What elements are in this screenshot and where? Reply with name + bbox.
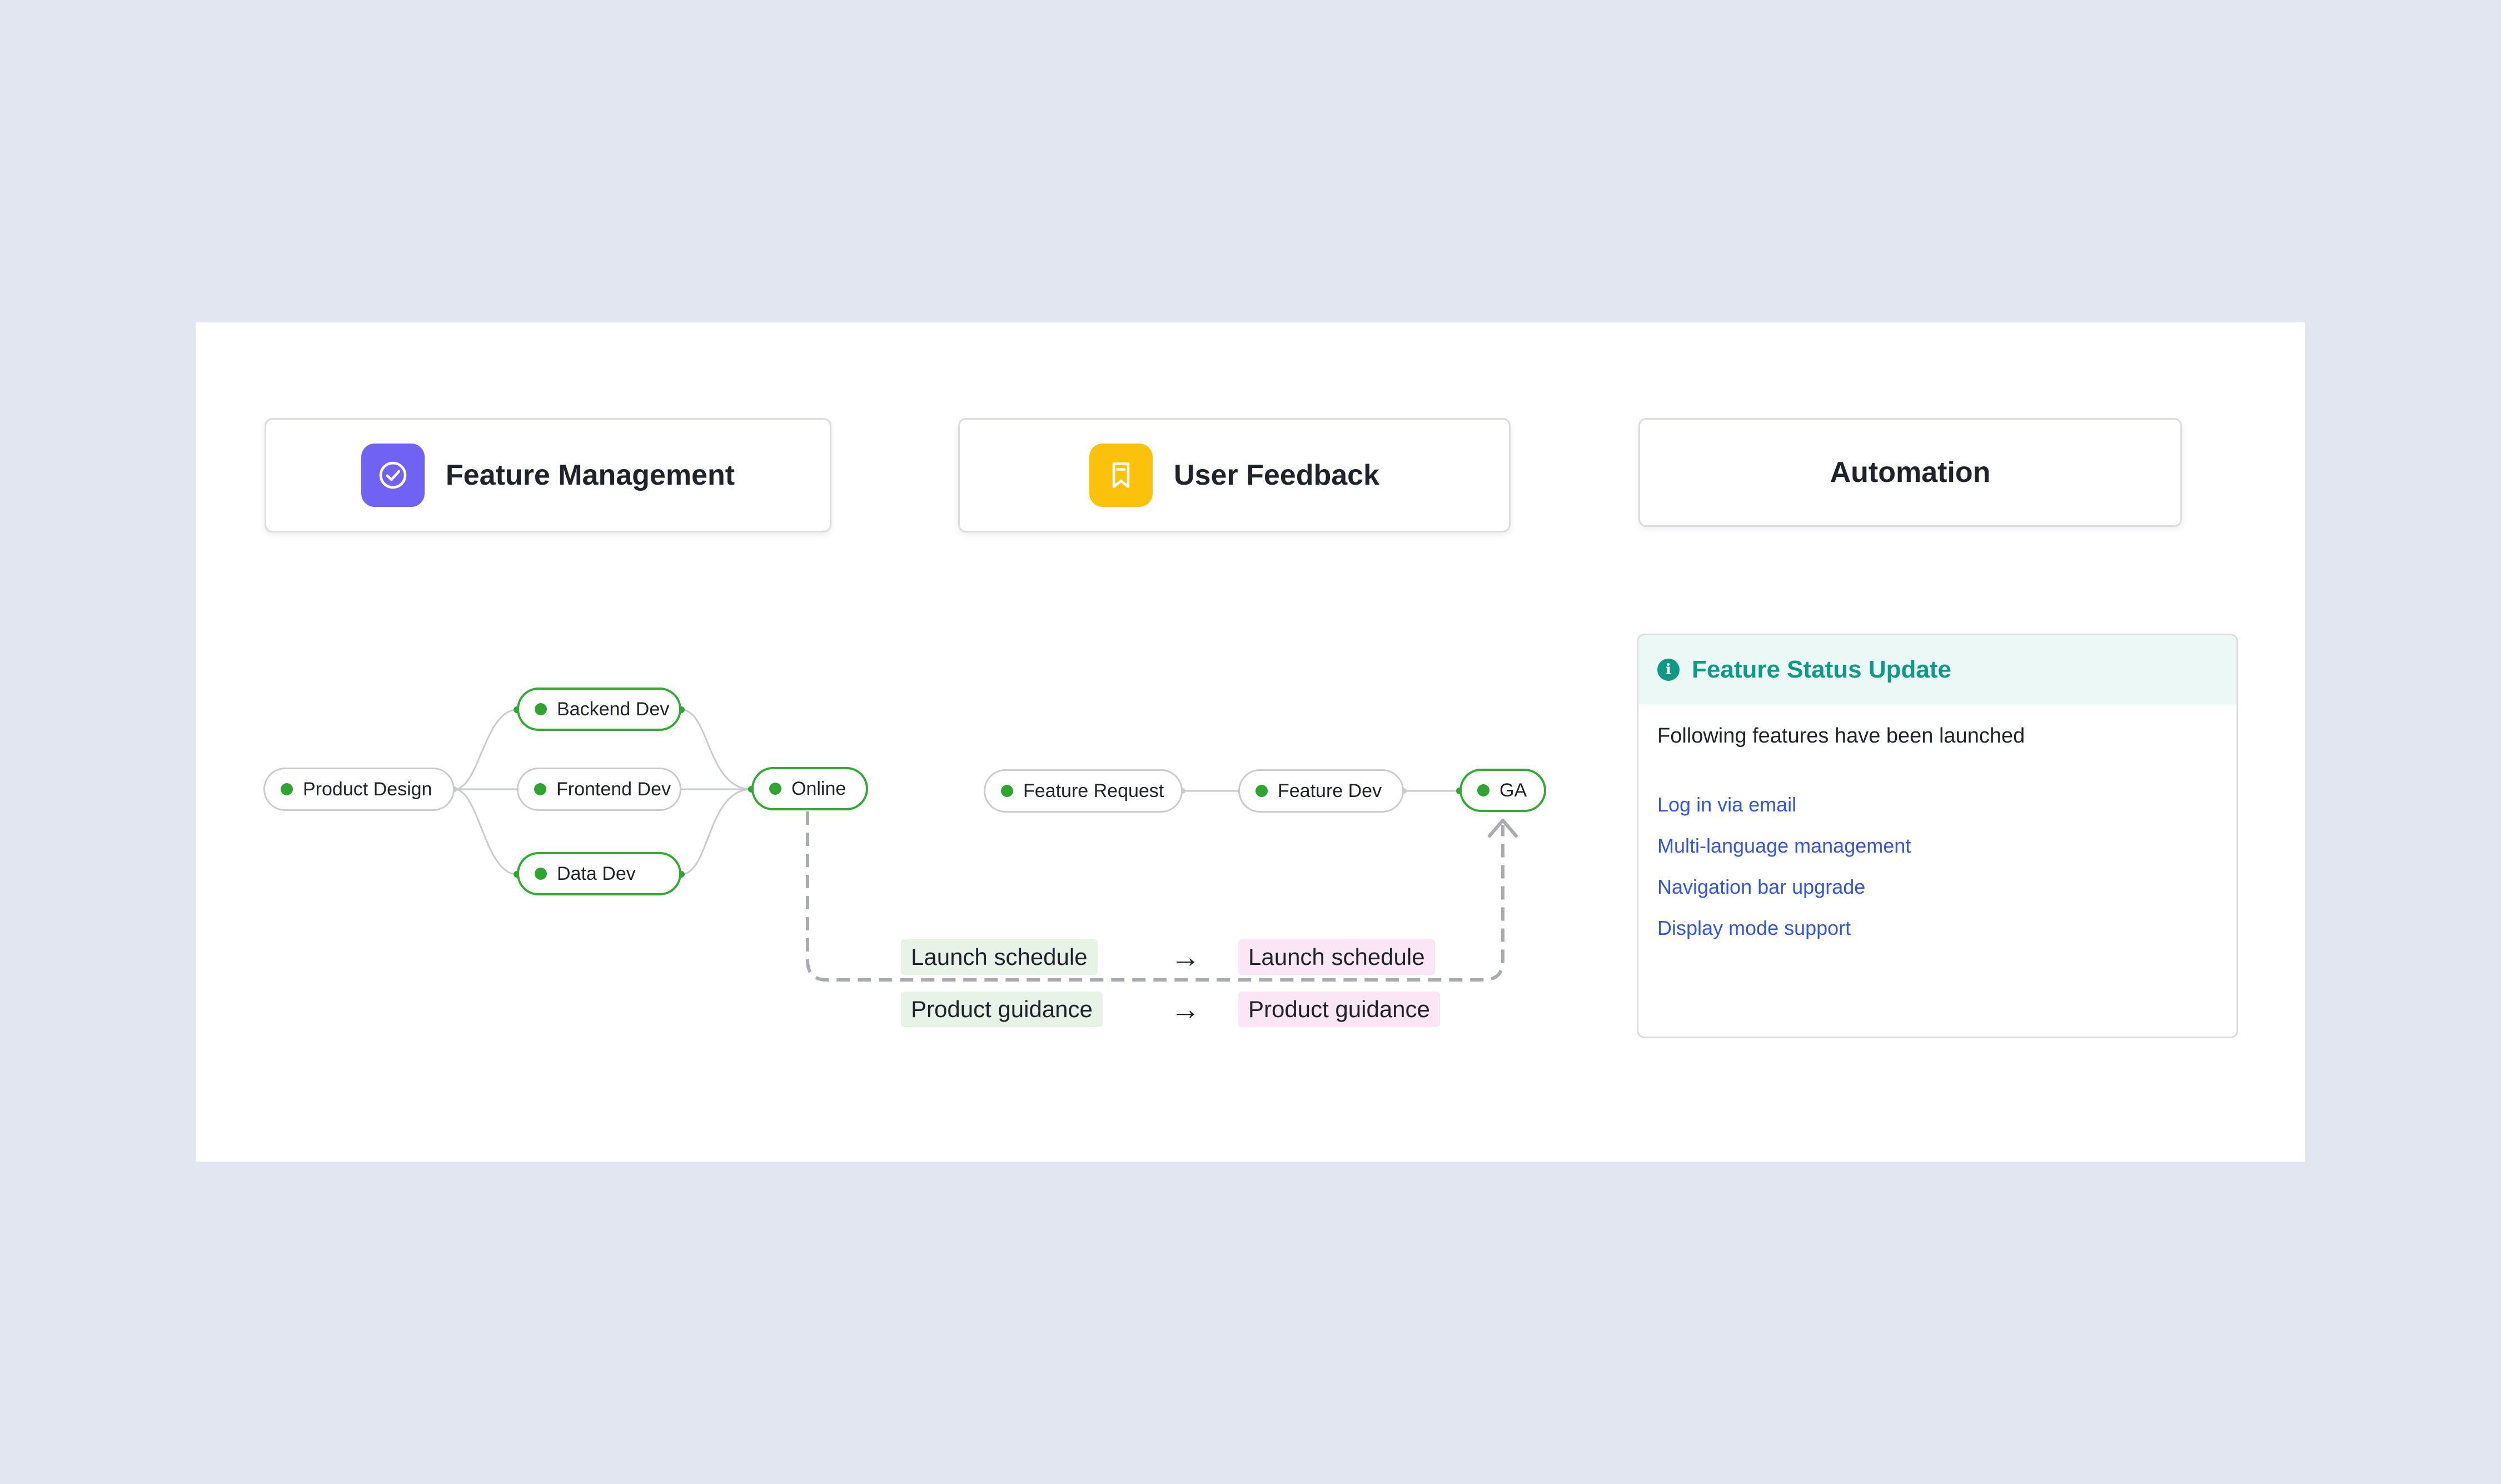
source-field-tag: Product guidance (901, 992, 1103, 1027)
status-dot (1477, 784, 1489, 796)
node-label: Product Design (303, 778, 432, 800)
feature-link[interactable]: Display mode support (1657, 914, 1911, 955)
notification-header: i Feature Status Update (1638, 635, 2236, 704)
node-label: Feature Dev (1278, 780, 1382, 801)
feature-link[interactable]: Multi-language management (1657, 832, 1911, 873)
node-label: Online (791, 778, 846, 799)
launched-feature-list: Log in via email Multi-language manageme… (1657, 791, 1911, 955)
info-icon: i (1657, 659, 1680, 681)
node-ga[interactable]: GA (1459, 769, 1546, 812)
notification-title: Feature Status Update (1692, 656, 1951, 683)
status-dot (534, 783, 546, 795)
connector-design-backend (454, 709, 517, 790)
node-online[interactable]: Online (751, 767, 868, 810)
integration-canvas: Feature Management User Feedback Automat… (196, 322, 2305, 1162)
status-dot (535, 703, 547, 715)
feature-link[interactable]: Log in via email (1657, 791, 1911, 832)
connector-design-data (454, 788, 517, 875)
node-data-dev[interactable]: Data Dev (517, 852, 681, 895)
connector-backend-online (681, 709, 752, 790)
node-feature-dev[interactable]: Feature Dev (1238, 769, 1404, 813)
notification-description: Following features have been launched (1657, 724, 2025, 748)
feature-link[interactable]: Navigation bar upgrade (1657, 873, 1911, 914)
target-field-tag: Launch schedule (1238, 939, 1435, 975)
right-arrow-icon: → (1170, 993, 1200, 1026)
status-dot (1001, 785, 1013, 797)
node-backend-dev[interactable]: Backend Dev (517, 688, 681, 731)
node-feature-request[interactable]: Feature Request (984, 769, 1183, 813)
node-product-design[interactable]: Product Design (263, 768, 455, 811)
status-dot (535, 868, 547, 880)
connector-data-online (681, 788, 752, 875)
node-label: Feature Request (1023, 780, 1164, 801)
node-frontend-dev[interactable]: Frontend Dev (517, 768, 681, 811)
right-arrow-icon: → (1170, 940, 1200, 974)
node-label: Data Dev (557, 863, 636, 884)
node-label: GA (1499, 779, 1527, 801)
node-label: Backend Dev (557, 698, 670, 720)
target-field-tag: Product guidance (1238, 992, 1440, 1027)
feature-status-notification: i Feature Status Update Following featur… (1637, 634, 2238, 1038)
source-field-tag: Launch schedule (901, 939, 1098, 975)
status-dot (1256, 785, 1268, 797)
node-label: Frontend Dev (556, 778, 671, 800)
status-dot (769, 783, 781, 795)
status-dot (281, 783, 293, 795)
